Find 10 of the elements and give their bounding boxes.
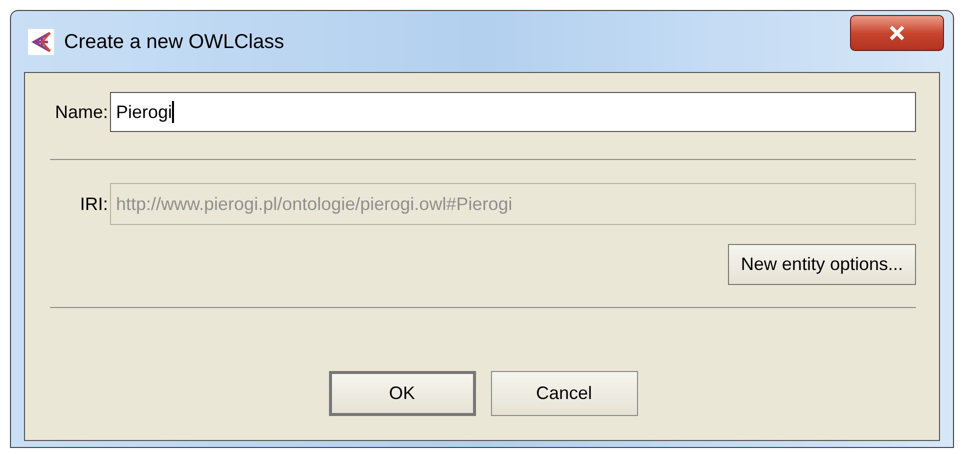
name-label: Name: bbox=[54, 100, 109, 124]
new-entity-options-button[interactable]: New entity options... bbox=[728, 244, 916, 285]
app-logo-icon bbox=[28, 28, 54, 54]
close-icon bbox=[888, 24, 906, 40]
close-button[interactable] bbox=[850, 14, 944, 50]
name-input-field[interactable]: Pierogi bbox=[110, 92, 916, 132]
dialog-button[interactable]: OK bbox=[328, 371, 476, 416]
dialog-button[interactable]: Cancel bbox=[490, 371, 638, 416]
window-title: Create a new OWLClass bbox=[64, 30, 284, 54]
iri-label: IRI: bbox=[78, 192, 109, 216]
